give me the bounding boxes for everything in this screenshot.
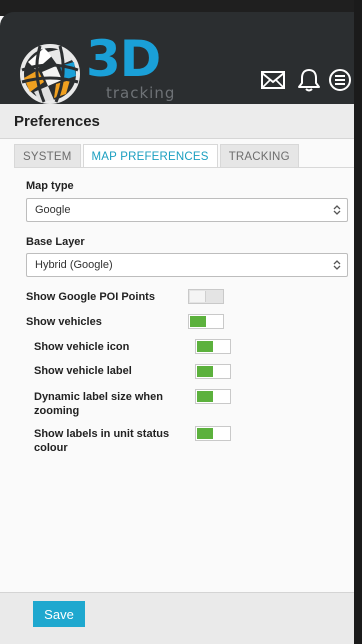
mail-icon[interactable] — [260, 68, 286, 92]
tab-bar: SYSTEM MAP PREFERENCES TRACKING — [14, 144, 301, 168]
base-layer-value: Hybrid (Google) — [35, 259, 113, 271]
select-arrows-icon — [333, 260, 341, 270]
app-header: 3D tracking — [0, 12, 362, 104]
dynamic-label-toggle[interactable] — [195, 389, 231, 404]
bell-icon[interactable] — [296, 68, 322, 92]
save-button[interactable]: Save — [33, 601, 85, 627]
google-poi-toggle[interactable] — [188, 289, 224, 304]
logo-subtitle: tracking — [106, 84, 176, 102]
status-colour-toggle[interactable] — [195, 426, 231, 441]
vehicle-label-toggle[interactable] — [195, 364, 231, 379]
google-poi-label: Show Google POI Points — [26, 291, 155, 303]
base-layer-select[interactable]: Hybrid (Google) — [26, 253, 348, 277]
status-colour-label: Show labels in unit status colour — [34, 428, 170, 454]
select-arrows-icon — [333, 205, 341, 215]
tab-map-preferences[interactable]: MAP PREFERENCES — [82, 144, 218, 168]
vehicle-icon-label: Show vehicle icon — [34, 341, 130, 353]
logo: 3D tracking — [18, 30, 176, 108]
page-title: Preferences — [14, 113, 100, 130]
map-type-label: Map type — [26, 180, 74, 192]
menu-icon[interactable] — [328, 68, 354, 92]
tab-tracking[interactable]: TRACKING — [219, 144, 299, 168]
show-vehicles-label: Show vehicles — [26, 316, 102, 328]
vehicle-label-label: Show vehicle label — [34, 365, 132, 377]
globe-logo-icon — [20, 44, 80, 104]
vehicle-icon-toggle[interactable] — [195, 339, 231, 354]
tab-system[interactable]: SYSTEM — [14, 144, 81, 168]
show-vehicles-toggle[interactable] — [188, 314, 224, 329]
dynamic-label-label: Dynamic label size when zooming — [34, 391, 163, 417]
device-edge — [354, 0, 362, 644]
map-type-value: Google — [35, 204, 71, 216]
base-layer-label: Base Layer — [26, 236, 85, 248]
title-bar: Preferences — [0, 104, 362, 139]
phone-screen: 3D tracking Preferences SYSTEM MAP PREFE… — [0, 0, 362, 644]
logo-text: 3D — [86, 30, 161, 88]
map-type-select[interactable]: Google — [26, 198, 348, 222]
tabs-divider — [14, 167, 354, 168]
